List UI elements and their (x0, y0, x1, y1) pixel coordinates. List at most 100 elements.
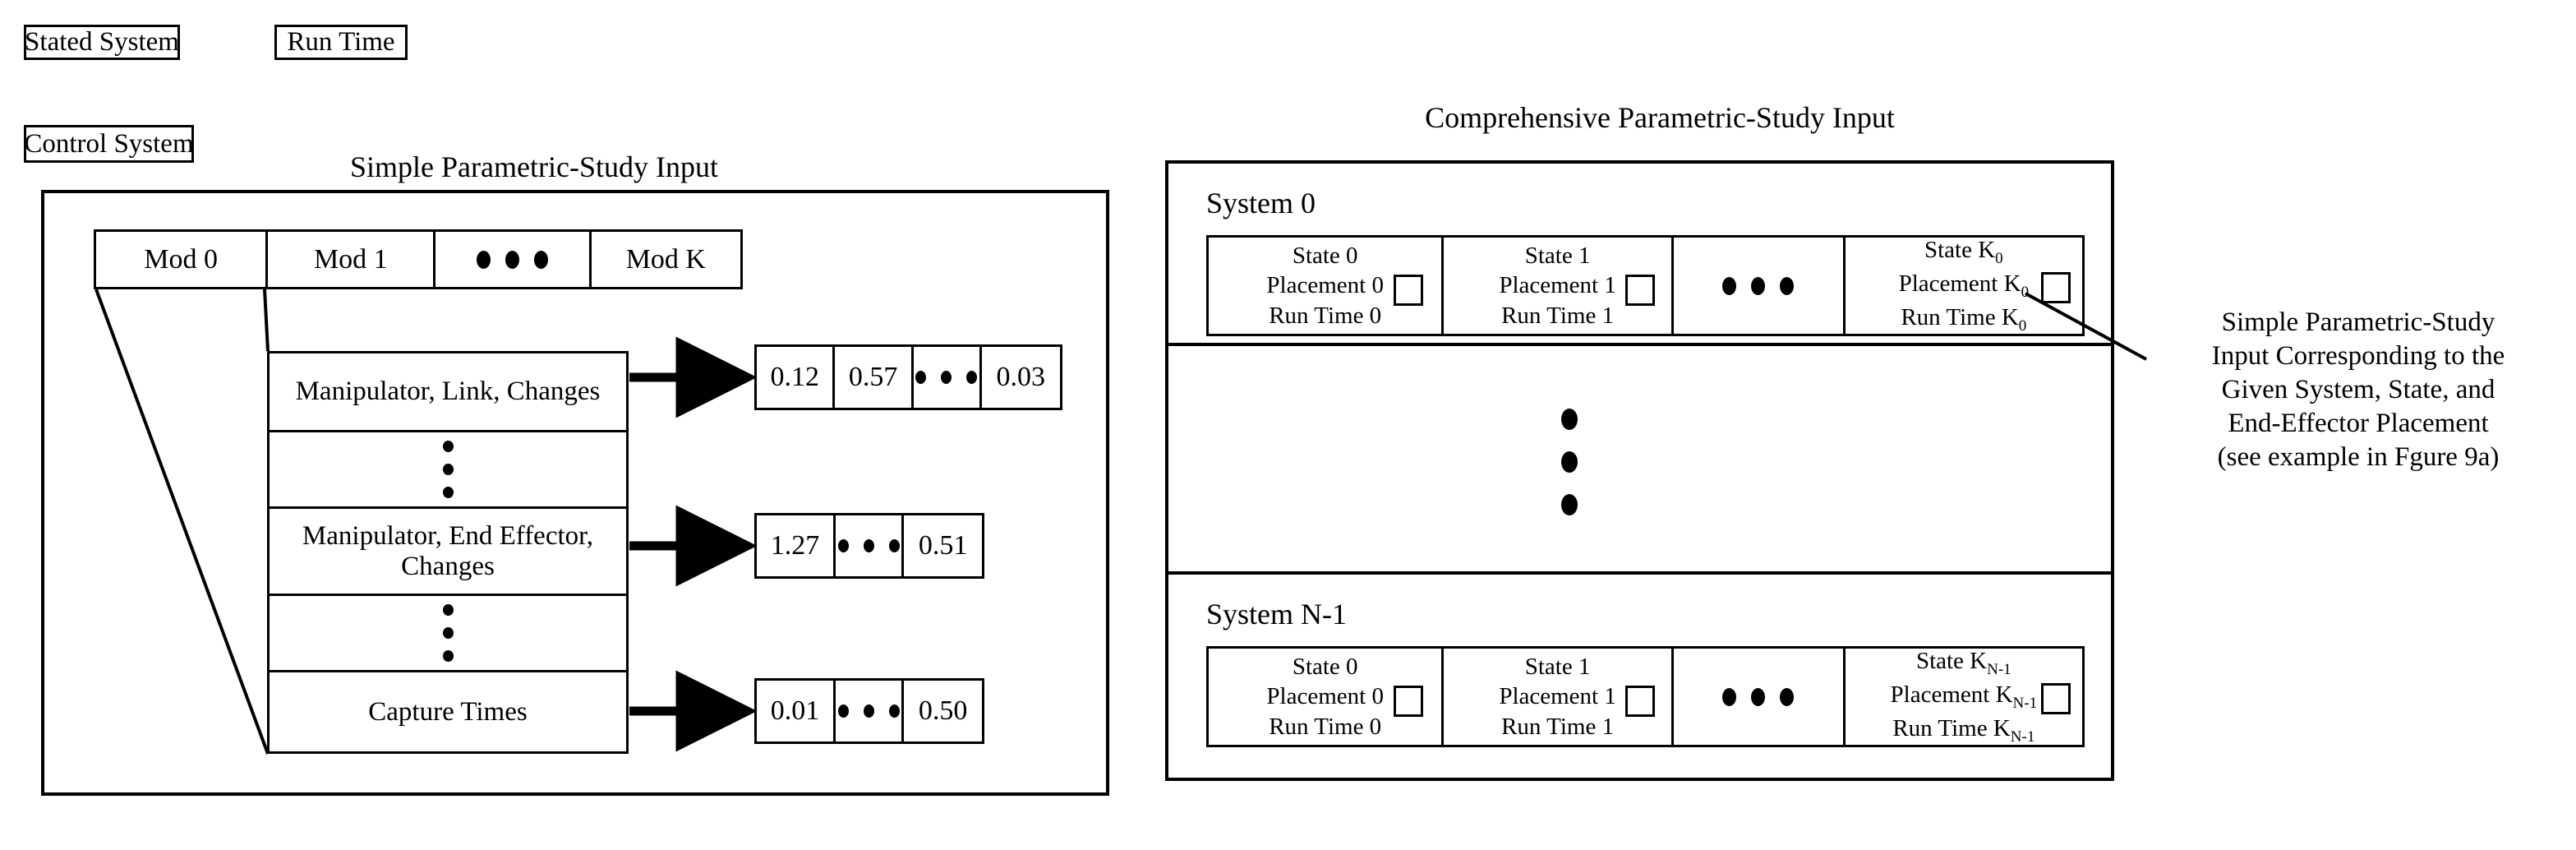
run-time-label: Run Time 1 (1501, 713, 1615, 740)
placement-checkbox-icon[interactable] (1394, 275, 1424, 306)
placement-checkbox-icon[interactable] (2041, 272, 2071, 303)
horizontal-ellipsis-icon (914, 347, 979, 408)
horizontal-ellipsis-icon (836, 515, 901, 576)
system-0-states-row: State 0 Placement 0 Run Time 0 State 1 P… (1206, 235, 2085, 336)
value-cell-ellipsis (836, 515, 905, 576)
attribute-row-ellipsis-2 (270, 596, 626, 672)
placement-label: Placement 1 (1499, 272, 1616, 299)
right-panel-title-text: Comprehensive Parametric-Study Input (1425, 101, 1895, 134)
legend-chip-label: Stated System (25, 27, 179, 57)
figure-canvas: Stated System Run Time Control System Si… (0, 0, 2576, 850)
system-label-text: System 0 (1206, 187, 1316, 219)
attribute-row-label: Manipulator, Link, Changes (295, 376, 601, 407)
mod-cell-1: Mod 1 (268, 232, 436, 287)
legend-chip-stated-system: Stated System (24, 25, 180, 60)
run-time-label: Run Time 0 (1269, 713, 1382, 740)
run-time-label: Run Time 1 (1501, 302, 1615, 329)
value-cell-ellipsis (914, 347, 982, 408)
value-cell: 0.12 (757, 347, 836, 408)
state-label: State 0 (1292, 653, 1358, 680)
horizontal-ellipsis-icon (1674, 649, 1843, 745)
horizontal-ellipsis-icon (435, 232, 588, 287)
right-panel-title: Comprehensive Parametric-Study Input (1249, 99, 2071, 136)
vertical-ellipsis-icon (278, 596, 618, 670)
state-label: State 1 (1524, 653, 1591, 680)
attribute-row-ellipsis-1 (270, 432, 626, 509)
state-label: State 0 (1292, 242, 1358, 269)
run-time-label: Run Time 0 (1269, 302, 1382, 329)
placement-label: Placement 0 (1266, 272, 1384, 299)
placement-label: Placement K0 (1898, 270, 2030, 301)
legend-chip-label: Run Time (287, 27, 395, 57)
value-strip-end-effector-changes: 1.27 0.51 (754, 513, 984, 579)
state-card-ellipsis (1674, 238, 1846, 334)
value-cell: 1.27 (757, 515, 836, 576)
state-card-1: State 1 Placement 1 Run Time 1 (1444, 649, 1674, 745)
placement-checkbox-icon[interactable] (1624, 275, 1655, 306)
placement-label: Placement KN-1 (1890, 681, 2038, 712)
value-strip-capture-times: 0.01 0.50 (754, 678, 984, 744)
attribute-row-label: Manipulator, End Effector, Changes (302, 521, 594, 581)
vertical-ellipsis-icon (1553, 409, 1586, 515)
annotation-caption: Simple Parametric-Study Input Correspond… (2145, 306, 2572, 474)
state-label: State 1 (1524, 242, 1591, 269)
value-text: 0.12 (770, 362, 819, 392)
attribute-table: Manipulator, Link, Changes Manipulator, … (267, 351, 629, 754)
mod-cell-ellipsis (435, 232, 592, 287)
state-card-1: State 1 Placement 1 Run Time 1 (1444, 238, 1674, 334)
mod-cell-label: Mod 1 (313, 243, 388, 275)
legend-chip-label: Control System (24, 128, 194, 159)
system-n-1-states-row: State 0 Placement 0 Run Time 0 State 1 P… (1206, 646, 2085, 747)
annotation-line: Simple Parametric-Study (2221, 307, 2495, 337)
placement-checkbox-icon[interactable] (1394, 686, 1424, 717)
legend-chip-run-time: Run Time (274, 25, 408, 60)
state-label: State K0 (1924, 237, 2003, 268)
value-text: 0.50 (918, 695, 968, 726)
placement-checkbox-icon[interactable] (2041, 683, 2071, 714)
attribute-row-manipulator-end-effector-changes: Manipulator, End Effector, Changes (270, 509, 626, 596)
state-card-0: State 0 Placement 0 Run Time 0 (1209, 649, 1445, 745)
mod-cell-0: Mod 0 (96, 232, 269, 287)
attribute-row-capture-times: Capture Times (270, 672, 626, 751)
annotation-line: Given System, State, and (2221, 374, 2495, 404)
annotation-line: End-Effector Placement (2228, 408, 2489, 438)
state-card-ellipsis (1674, 649, 1846, 745)
value-text: 0.03 (996, 362, 1046, 392)
annotation-line: Input Corresponding to the (2211, 340, 2505, 371)
state-card-k: State K0 Placement K0 Run Time K0 (1846, 237, 2082, 335)
state-card-0: State 0 Placement 0 Run Time 0 (1209, 238, 1445, 334)
left-panel-title-text: Simple Parametric-Study Input (350, 150, 718, 183)
mod-cell-label: Mod 0 (144, 243, 218, 275)
placement-label: Placement 1 (1499, 683, 1616, 710)
system-label-text: System N-1 (1206, 598, 1347, 631)
value-text: 0.57 (848, 362, 898, 392)
legend-chip-control-system: Control System (24, 125, 194, 163)
vertical-ellipsis-icon (278, 432, 618, 506)
value-text: 0.01 (770, 695, 820, 726)
run-time-label: Run Time KN-1 (1892, 714, 2035, 746)
state-card-k: State KN-1 Placement KN-1 Run Time KN-1 (1846, 648, 2082, 746)
system-n-1-label: System N-1 (1206, 597, 1347, 631)
run-time-label: Run Time K0 (1901, 303, 2027, 335)
value-text: 0.51 (918, 530, 968, 561)
annotation-line: (see example in Fgure 9a) (2217, 441, 2500, 472)
value-cell: 0.51 (904, 515, 982, 576)
horizontal-ellipsis-icon (1674, 238, 1843, 334)
value-cell-ellipsis (836, 681, 905, 741)
mod-cell-k: Mod K (592, 232, 740, 287)
attribute-row-manipulator-link-changes: Manipulator, Link, Changes (270, 353, 626, 432)
value-strip-link-changes: 0.12 0.57 0.03 (754, 344, 1062, 410)
value-cell: 0.57 (835, 347, 914, 408)
value-cell: 0.03 (982, 347, 1060, 408)
left-panel-title: Simple Parametric-Study Input (263, 148, 805, 186)
state-label: State KN-1 (1915, 648, 2011, 679)
horizontal-ellipsis-icon (836, 681, 901, 741)
mod-header-row: Mod 0 Mod 1 Mod K (94, 229, 743, 289)
value-cell: 0.50 (904, 681, 982, 741)
placement-label: Placement 0 (1266, 683, 1384, 710)
attribute-row-label: Capture Times (368, 696, 528, 727)
mod-cell-label: Mod K (625, 243, 706, 275)
value-cell: 0.01 (757, 681, 836, 741)
systems-ellipsis-block (1168, 346, 2111, 575)
placement-checkbox-icon[interactable] (1624, 686, 1655, 717)
